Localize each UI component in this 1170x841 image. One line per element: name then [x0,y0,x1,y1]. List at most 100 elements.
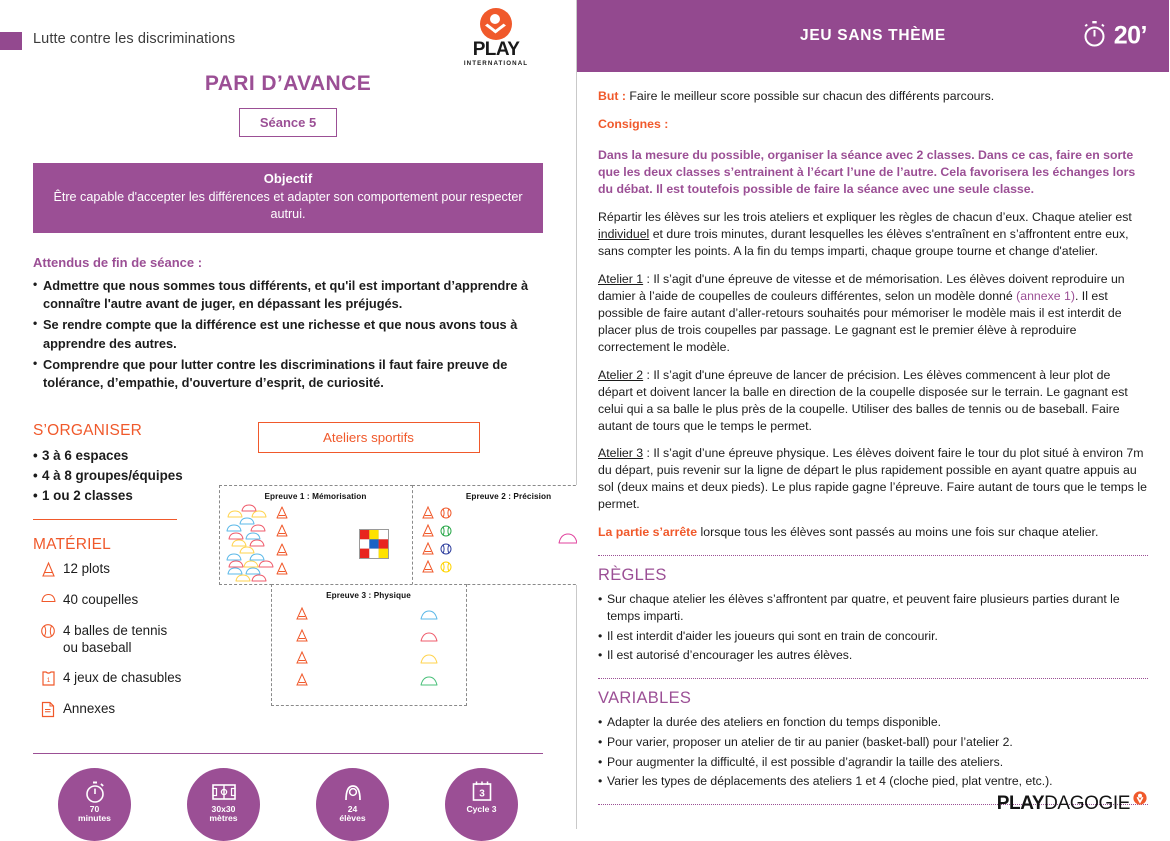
individuel-emphasis: individuel [598,226,650,241]
list-item: Pour augmenter la difficulté, il est pos… [598,754,1148,771]
duration-badge: 20’ [1081,19,1148,54]
lower-section: S’ORGANISER 3 à 6 espaces 4 à 8 groupes/… [33,422,606,731]
theme-title: Lutte contre les discriminations [33,31,236,47]
organiser-materiel-column: S’ORGANISER 3 à 6 espaces 4 à 8 groupes/… [33,422,183,731]
stats-row: 70 minutes 30x30 mètres 24 élèves 3 Cycl… [30,767,546,841]
section-divider [33,519,177,521]
coupelle-icon [33,591,63,604]
play-logo-word: PLAY [472,39,520,60]
diagram-top-row: Epreuve 1 : Mémorisation Epreuve 2: Pré… [218,485,606,586]
atelier-2-text: : Il s’agit d'une épreuve de lancer de p… [598,367,1128,433]
tennis-ball-icon [33,622,63,639]
epreuve-3-label: Epreuve 3 : Physique [326,591,411,601]
playdagogie-bold: PLAY [996,793,1045,814]
atelier-3-paragraph: Atelier 3 : Il s’agit d’une épreuve phys… [598,445,1148,513]
epreuve-1-box: Epreuve 1 : Mémorisation [218,485,413,586]
purple-accent-chip [0,32,22,50]
list-item: Admettre que nous sommes tous différents… [33,276,543,313]
list-item: 1 ou 2 classes [33,486,183,506]
checkerboard-model [358,529,389,560]
list-item: Il est autorisé d’encourager les autres … [598,647,1148,664]
list-item: 40 coupelles [33,591,183,608]
jersey-icon: 1 [33,669,63,687]
but-paragraph: But : Faire le meilleur score possible s… [598,88,1148,105]
variables-section: VARIABLES Adapter la durée des ateliers … [598,689,1148,790]
field-icon [210,779,238,805]
epreuve-2-label: Epreuve 2 : Précision [465,492,552,502]
duration-value: 20’ [1113,21,1148,50]
repartir-pre: Répartir les élèves sur les trois atelie… [598,209,1132,224]
calendar-icon: 3 [470,779,494,805]
epreuve-1-graphic [226,504,389,582]
arret-paragraph: La partie s’arrête lorsque tous les élèv… [598,524,1148,541]
cone-icon [33,560,63,578]
list-item: Pour varier, proposer un atelier de tir … [598,734,1148,751]
list-item: Adapter la durée des ateliers en fonctio… [598,714,1148,731]
atelier-3-text: : Il s’agit d’une épreuve physique. Les … [598,446,1147,512]
atelier-2-paragraph: Atelier 2 : Il s’agit d'une épreuve de l… [598,367,1148,435]
playdagogie-logo: PLAY DAGOGIE [996,791,1147,815]
objectif-text: Être capable d'accepter les différences … [53,189,523,222]
regles-list: Sur chaque atelier les élèves s’affronte… [598,591,1148,664]
epreuve-1-label: Epreuve 1 : Mémorisation [264,492,367,502]
arret-text: lorsque tous les élèves sont passés au m… [697,525,1099,540]
stat-cycle: 3 Cycle 3 [445,767,518,841]
materiel-label: Annexes [63,700,116,716]
list-item: Annexes [33,700,183,718]
repartir-paragraph: Répartir les élèves sur les trois atelie… [598,209,1148,260]
epreuve-3-graphic [295,606,437,686]
ateliers-column: Ateliers sportifs Epreuve 1 : Mémorisati… [183,422,606,731]
but-text: Faire le meilleur score possible sur cha… [629,89,995,103]
but-label: But : [598,89,626,103]
stat-unit: élèves [339,812,366,823]
left-page: Lutte contre les discriminations PLAY IN… [0,0,606,841]
objectif-box: Objectif Être capable d'accepter les dif… [33,163,543,234]
regles-section: RÈGLES Sur chaque atelier les élèves s’a… [598,566,1148,664]
left-topbar: Lutte contre les discriminations PLAY IN… [0,0,576,67]
page-title: PARI D’AVANCE [204,72,372,95]
play-pin-icon [479,8,513,42]
arret-label: La partie s’arrête [598,525,698,540]
atelier-1-label: Atelier 1 [598,271,644,286]
ateliers-sportifs-button[interactable]: Ateliers sportifs [257,422,480,454]
list-item: Il est interdit d'aider les joueurs qui … [598,628,1148,645]
regles-heading: RÈGLES [598,566,667,585]
stat-unit: mètres [209,812,238,823]
stopwatch-icon [1081,19,1108,54]
materiel-heading: MATÉRIEL [33,536,111,554]
atelier-3-label: Atelier 3 [598,446,644,461]
students-icon [339,779,367,805]
attendus-heading: Attendus de fin de séance : [33,255,203,271]
repartir-post: et dure trois minutes, durant lesquelles… [598,226,1129,258]
stopwatch-icon [82,779,108,805]
list-item: 1 4 jeux de chasubles [33,669,183,687]
game-type-title: JEU SANS THÈME [800,27,946,44]
playdagogie-normal: DAGOGIE [1044,793,1130,814]
list-item: Comprendre que pour lutter contre les di… [33,355,543,392]
svg-text:1: 1 [46,677,50,684]
stat-students: 24 élèves [316,767,389,841]
play-logo-sub: INTERNATIONAL [463,60,529,67]
variables-list: Adapter la durée des ateliers en fonctio… [598,714,1148,790]
consignes-note: Dans la mesure du possible, organiser la… [598,147,1136,196]
stat-field-size: 30x30 mètres [187,767,260,841]
stat-value: Cycle 3 [466,803,497,814]
document-page: Lutte contre les discriminations PLAY IN… [0,0,1170,841]
play-pin-icon [1133,789,1147,811]
list-item: 3 à 6 espaces [33,446,183,466]
document-icon [33,700,63,718]
right-page: JEU SANS THÈME 20’ But : Faire le meille… [577,0,1169,829]
list-item: Varier les types de déplacements des ate… [598,773,1148,790]
list-item: Se rendre compte que la différence est u… [33,315,543,352]
materiel-label: 4 balles de tennis ou baseball [63,622,168,655]
organiser-heading: S’ORGANISER [33,422,142,440]
list-item: 4 à 8 groupes/équipes [33,466,183,486]
dotted-divider [598,555,1148,557]
atelier-2-label: Atelier 2 [598,367,644,382]
list-item: 4 balles de tennis ou baseball [33,622,183,656]
bottom-divider [33,752,543,754]
organiser-list: 3 à 6 espaces 4 à 8 groupes/équipes 1 ou… [33,446,183,506]
stat-duration: 70 minutes [58,767,131,841]
stat-unit: minutes [78,812,111,823]
attendus-list: Admettre que nous sommes tous différents… [33,276,543,392]
